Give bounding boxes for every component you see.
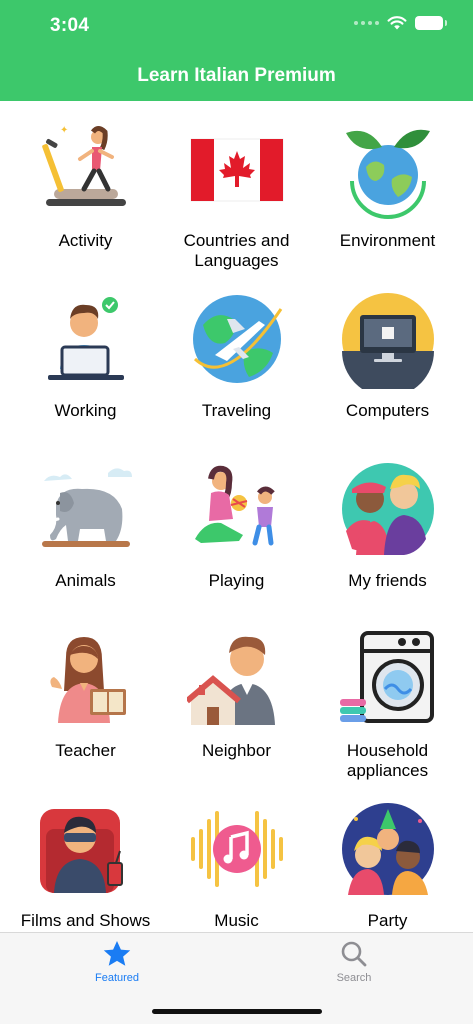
category-label: Neighbor bbox=[202, 741, 271, 760]
category-label: Working bbox=[54, 401, 117, 420]
category-tile-music[interactable]: Music bbox=[161, 781, 312, 933]
elephant-icon bbox=[41, 468, 132, 547]
cinema-viewer-icon bbox=[39, 809, 123, 893]
status-time: 3:04 bbox=[50, 15, 90, 36]
star-icon bbox=[103, 941, 131, 966]
category-tile-animals[interactable]: Animals bbox=[10, 441, 161, 611]
category-label: Animals bbox=[55, 571, 116, 590]
status-icons bbox=[354, 16, 447, 30]
airplane-globe-icon bbox=[192, 295, 282, 383]
category-tile-my-friends[interactable]: My friends bbox=[312, 441, 463, 611]
category-tile-party[interactable]: Party bbox=[312, 781, 463, 933]
category-tile-films-and-shows[interactable]: Films and Shows bbox=[10, 781, 161, 933]
category-tile-computers[interactable]: Computers bbox=[312, 271, 463, 441]
category-label: Teacher bbox=[55, 741, 116, 760]
category-tile-activity[interactable]: ✦ Activity bbox=[10, 101, 161, 271]
wifi-icon bbox=[387, 16, 407, 30]
category-label: Party bbox=[367, 911, 408, 930]
party-people-icon bbox=[341, 803, 434, 895]
category-grid: ✦ Activity Countries and Languages Envir… bbox=[10, 101, 463, 933]
music-note-icon bbox=[190, 811, 283, 887]
category-tile-playing[interactable]: Playing bbox=[161, 441, 312, 611]
search-icon bbox=[341, 941, 367, 967]
tab-featured[interactable]: Featured bbox=[57, 939, 177, 989]
category-label: Computers bbox=[345, 401, 430, 420]
laptop-worker-icon bbox=[47, 297, 124, 380]
monitor-icon bbox=[341, 293, 434, 389]
header-bar: 3:04 Learn Italian Premium bbox=[0, 0, 473, 101]
category-tile-household-appliances[interactable]: Household appliances bbox=[312, 611, 463, 781]
category-label: Activity bbox=[58, 231, 113, 250]
category-tile-traveling[interactable]: Traveling bbox=[161, 271, 312, 441]
category-label: Traveling bbox=[201, 401, 272, 420]
friends-icon bbox=[341, 463, 434, 555]
category-tile-teacher[interactable]: Teacher bbox=[10, 611, 161, 781]
category-tile-neighbor[interactable]: Neighbor bbox=[161, 611, 312, 781]
earth-leaves-icon bbox=[345, 129, 430, 219]
category-label: Countries and Languages bbox=[183, 231, 290, 270]
mother-child-ball-icon bbox=[194, 465, 275, 546]
category-label: Household appliances bbox=[346, 741, 429, 780]
canada-flag-icon bbox=[190, 138, 283, 202]
battery-icon bbox=[415, 16, 447, 30]
category-tile-working[interactable]: Working bbox=[10, 271, 161, 441]
category-label: Playing bbox=[208, 571, 265, 590]
category-label: Films and Shows bbox=[20, 911, 151, 930]
washing-machine-icon bbox=[339, 631, 434, 723]
category-label: My friends bbox=[348, 571, 427, 590]
category-tile-environment[interactable]: Environment bbox=[312, 101, 463, 271]
signal-icon bbox=[354, 21, 379, 25]
category-label: Music bbox=[214, 911, 259, 930]
tab-featured-label: Featured bbox=[94, 972, 140, 984]
category-tile-countries-and-languages[interactable]: Countries and Languages bbox=[161, 101, 312, 271]
treadmill-runner-icon: ✦ bbox=[41, 125, 126, 206]
page-title: Learn Italian Premium bbox=[137, 65, 336, 86]
tab-search-label: Search bbox=[336, 972, 372, 984]
home-indicator bbox=[152, 1009, 322, 1014]
svg-text:✦: ✦ bbox=[60, 125, 68, 136]
teacher-book-icon bbox=[49, 637, 126, 723]
tab-search[interactable]: Search bbox=[294, 939, 414, 989]
category-label: Environment bbox=[339, 231, 436, 250]
neighbor-house-icon bbox=[186, 636, 275, 725]
